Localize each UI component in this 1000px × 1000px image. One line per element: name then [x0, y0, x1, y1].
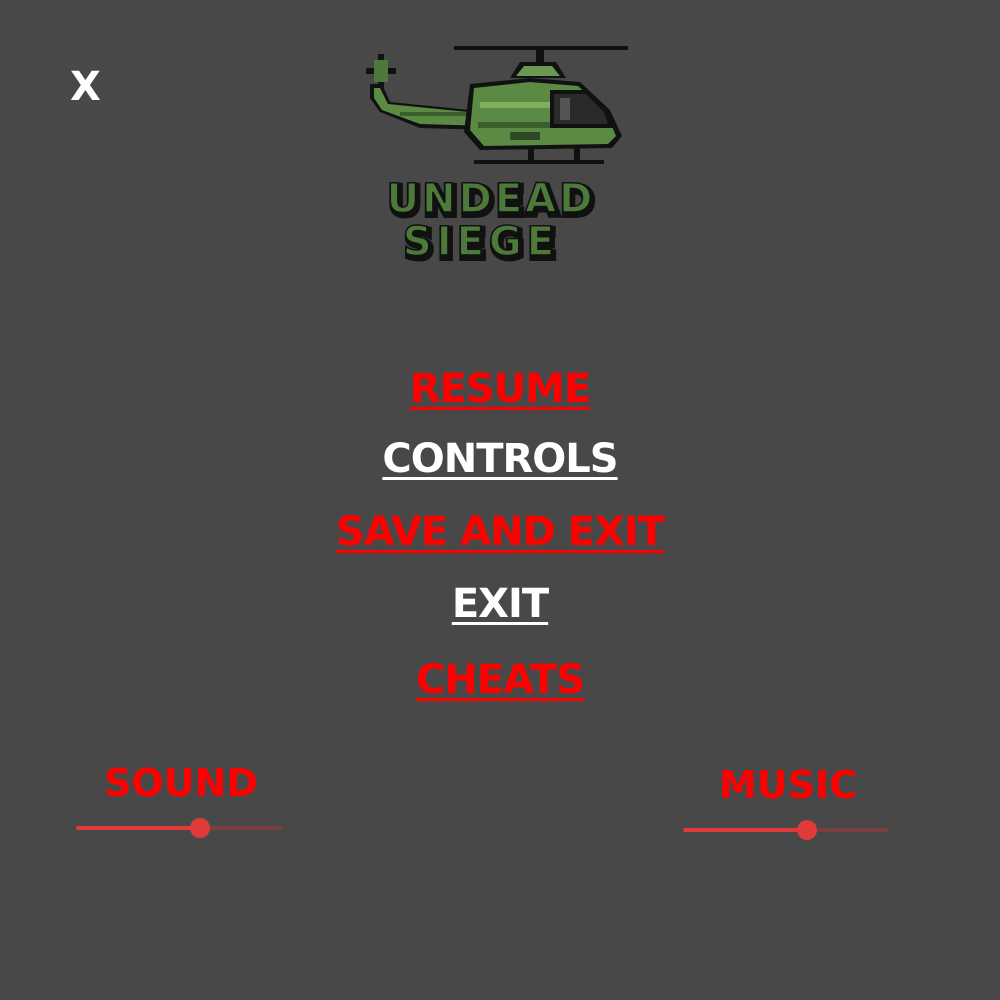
- resume-button[interactable]: RESUME: [0, 362, 1000, 416]
- music-slider[interactable]: [683, 820, 889, 840]
- close-button[interactable]: X: [70, 62, 101, 112]
- svg-text:UNDEAD: UNDEAD: [387, 176, 596, 222]
- save-and-exit-button[interactable]: SAVE AND EXIT: [0, 505, 1000, 559]
- pause-menu-screen: X UNDEAD UNDEAD SIEGE SIEGE RESUME CONTR…: [0, 0, 1000, 1000]
- cheats-button[interactable]: CHEATS: [0, 653, 1000, 707]
- sound-control: SOUND: [76, 760, 286, 838]
- sound-slider[interactable]: [76, 818, 282, 838]
- music-control: MUSIC: [683, 762, 893, 840]
- svg-text:SIEGE: SIEGE: [403, 219, 559, 265]
- music-label: MUSIC: [718, 763, 858, 807]
- exit-button[interactable]: EXIT: [0, 577, 1000, 631]
- music-slider-thumb[interactable]: [796, 820, 817, 840]
- music-slider-track: [683, 828, 807, 832]
- sound-label: SOUND: [104, 761, 258, 805]
- sound-slider-thumb[interactable]: [189, 818, 210, 838]
- sound-slider-track: [76, 826, 200, 830]
- controls-button[interactable]: CONTROLS: [0, 432, 1000, 486]
- undead-siege-logo: UNDEAD UNDEAD SIEGE SIEGE: [366, 46, 628, 270]
